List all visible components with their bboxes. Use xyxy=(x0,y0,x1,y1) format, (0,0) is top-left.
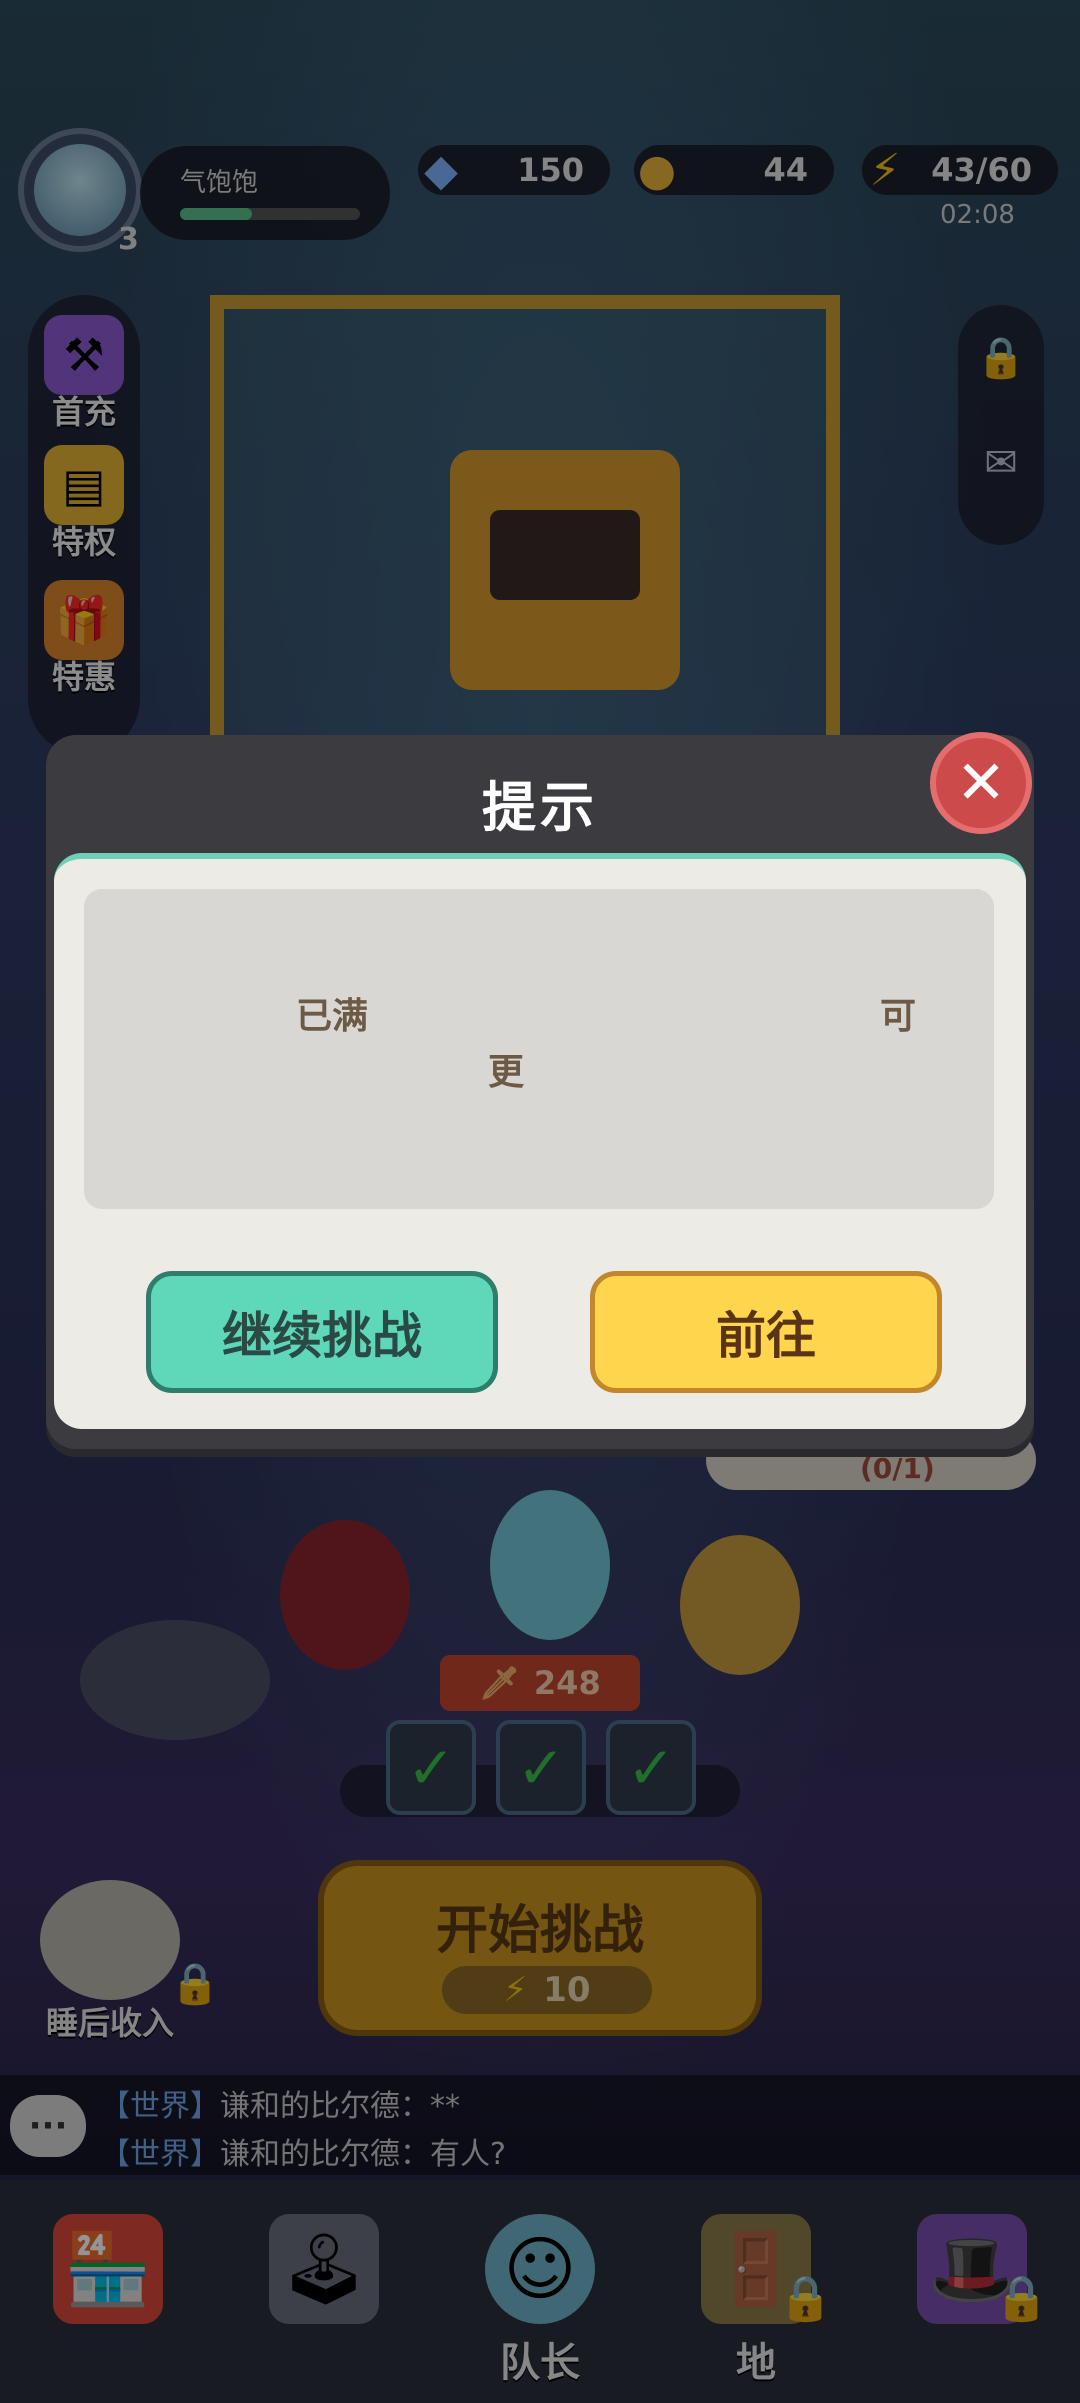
message-text-1: 已满 xyxy=(296,996,369,1037)
message-text-3: 更 xyxy=(488,1052,525,1093)
message-text-2: 可 xyxy=(880,996,917,1037)
dialog-body: 已满 可 更 继续挑战 前往 xyxy=(54,853,1026,1429)
close-icon[interactable]: ✕ xyxy=(930,732,1032,834)
message-box: 已满 可 更 xyxy=(84,889,994,1209)
dialog-title: 提示 xyxy=(482,776,598,839)
go-button[interactable]: 前往 xyxy=(590,1271,942,1393)
continue-challenge-button[interactable]: 继续挑战 xyxy=(146,1271,498,1393)
tip-dialog: 提示 已满 可 更 继续挑战 前往 xyxy=(46,735,1034,1449)
